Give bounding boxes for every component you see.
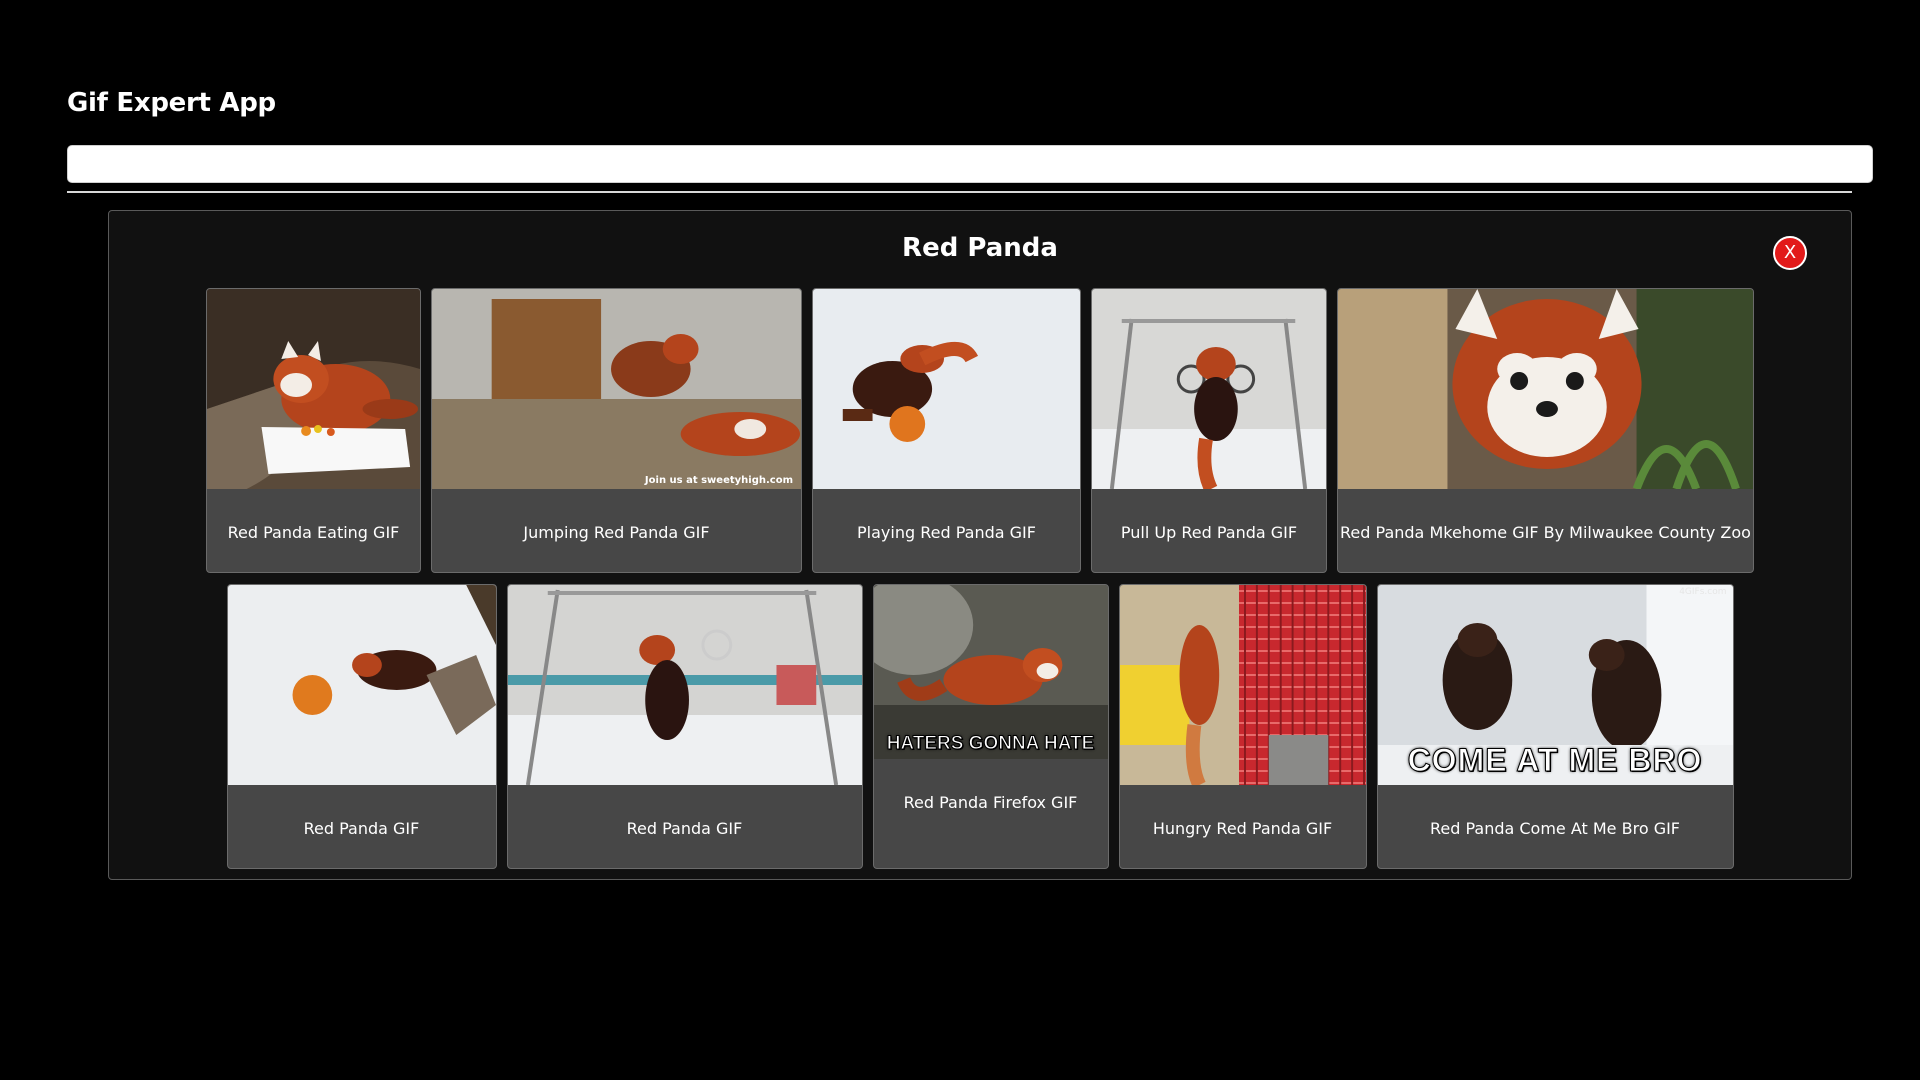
gif-card[interactable]: Playing Red Panda GIF [812, 288, 1081, 573]
gif-title: Red Panda Firefox GIF [903, 793, 1078, 812]
gif-card[interactable]: 4GIFs.com COME AT ME BRO Red Panda Come … [1376, 584, 1734, 869]
gif-image [207, 289, 420, 489]
gif-title: Playing Red Panda GIF [857, 523, 1036, 542]
gif-title: Jumping Red Panda GIF [523, 523, 710, 542]
gif-image [1338, 289, 1753, 489]
gif-image [507, 585, 862, 785]
gif-image [227, 585, 496, 785]
gif-title: Red Panda Eating GIF [227, 523, 400, 542]
search-input[interactable] [67, 145, 1873, 183]
gif-title: Red Panda Mkehome GIF By Milwaukee Count… [1340, 523, 1751, 542]
gif-row-1: Red Panda Eating GIF Join us at sweetyhi… [109, 288, 1851, 573]
gif-card[interactable]: Red Panda GIF [226, 584, 497, 869]
gif-card[interactable]: Hungry Red Panda GIF [1118, 584, 1367, 869]
gif-card[interactable]: HATERS GONNA HATE Red Panda Firefox GIF [872, 584, 1109, 869]
watermark: 4GIFs.com [1679, 587, 1727, 597]
app-title: Gif Expert App [67, 88, 276, 118]
gif-title: Red Panda Come At Me Bro GIF [1429, 819, 1681, 838]
gif-overlay-text: COME AT ME BRO [1407, 742, 1703, 779]
watermark: Join us at sweetyhigh.com [644, 475, 793, 486]
gif-title: Pull Up Red Panda GIF [1120, 523, 1298, 542]
gif-row-2: Red Panda GIF Red Panda GIF HATERS GONNA… [109, 584, 1851, 869]
close-category-button[interactable]: X [1773, 236, 1807, 270]
category-title: Red Panda [902, 233, 1058, 263]
gif-image [1092, 289, 1326, 489]
gif-title: Red Panda GIF [303, 819, 420, 838]
gif-card[interactable]: Pull Up Red Panda GIF [1091, 288, 1327, 573]
gif-card[interactable]: Red Panda Mkehome GIF By Milwaukee Count… [1337, 288, 1754, 573]
gif-card[interactable]: Red Panda Eating GIF [206, 288, 421, 573]
gif-image [813, 289, 1080, 489]
gif-card[interactable]: Red Panda GIF [506, 584, 863, 869]
gif-title: Red Panda GIF [626, 819, 743, 838]
gif-image: Join us at sweetyhigh.com [432, 289, 801, 489]
gif-image: 4GIFs.com COME AT ME BRO [1377, 585, 1733, 785]
gif-overlay-text: HATERS GONNA HATE [886, 733, 1095, 755]
category-panel: Red Panda X Red Panda Eating GIF Join us… [108, 210, 1852, 880]
gif-title: Hungry Red Panda GIF [1152, 819, 1333, 838]
gif-card[interactable]: Join us at sweetyhigh.com Jumping Red Pa… [431, 288, 802, 573]
divider [67, 191, 1852, 193]
gif-image: HATERS GONNA HATE [873, 585, 1108, 759]
gif-image [1119, 585, 1366, 785]
